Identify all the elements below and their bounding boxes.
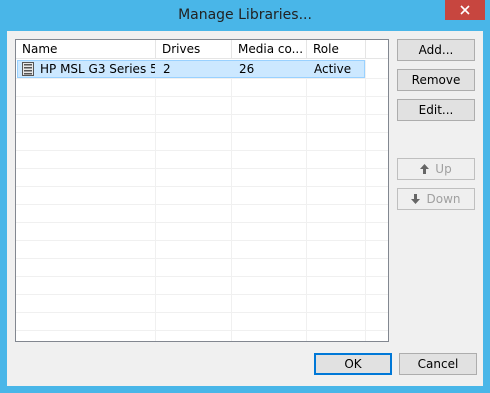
dialog-body: Name Drives Media co... Role HP MSL G3 S… (7, 31, 483, 386)
grid-line (231, 60, 232, 341)
grid-line (16, 114, 388, 115)
library-media-count: 26 (239, 62, 255, 76)
down-button[interactable]: Down (397, 188, 475, 210)
grid-line (16, 330, 388, 331)
close-icon (460, 5, 470, 15)
grid-line (16, 222, 388, 223)
grid-line (16, 96, 388, 97)
column-header-filler (366, 40, 388, 59)
list-header: Name Drives Media co... Role (16, 40, 388, 60)
cancel-button[interactable]: Cancel (399, 353, 477, 375)
grid-line (16, 258, 388, 259)
libraries-list[interactable]: Name Drives Media co... Role HP MSL G3 S… (15, 39, 389, 342)
up-button[interactable]: Up (397, 158, 475, 180)
grid-line (16, 186, 388, 187)
grid-line (155, 60, 156, 341)
title-bar[interactable]: Manage Libraries... (0, 0, 490, 31)
column-header-name[interactable]: Name (16, 40, 156, 59)
grid-line (16, 204, 388, 205)
down-button-label: Down (426, 192, 461, 206)
close-button[interactable] (445, 0, 485, 20)
grid-line (16, 132, 388, 133)
library-role: Active (314, 62, 352, 76)
up-button-label: Up (435, 162, 452, 176)
grid-line (16, 150, 388, 151)
grid-line (16, 168, 388, 169)
grid-line (306, 60, 307, 341)
library-drives: 2 (163, 62, 171, 76)
column-header-drives[interactable]: Drives (156, 40, 232, 59)
add-button[interactable]: Add... (397, 39, 475, 61)
library-name: HP MSL G3 Series 5... (40, 62, 155, 76)
column-header-role[interactable]: Role (307, 40, 366, 59)
tape-library-icon (22, 62, 34, 79)
grid-line (16, 294, 388, 295)
edit-button[interactable]: Edit... (397, 99, 475, 121)
remove-button[interactable]: Remove (397, 69, 475, 91)
table-row[interactable]: HP MSL G3 Series 5... 2 26 Active (17, 60, 365, 78)
column-header-media-count[interactable]: Media co... (232, 40, 307, 59)
grid-line (16, 240, 388, 241)
grid-line (16, 78, 388, 79)
ok-button[interactable]: OK (314, 353, 392, 375)
dialog-title: Manage Libraries... (178, 7, 312, 23)
arrow-up-icon (420, 164, 430, 174)
grid-line (365, 60, 366, 341)
grid-line (16, 312, 388, 313)
arrow-down-icon (411, 194, 421, 204)
grid-line (16, 276, 388, 277)
dialog-window: Manage Libraries... Name Drives Media co… (0, 0, 490, 393)
